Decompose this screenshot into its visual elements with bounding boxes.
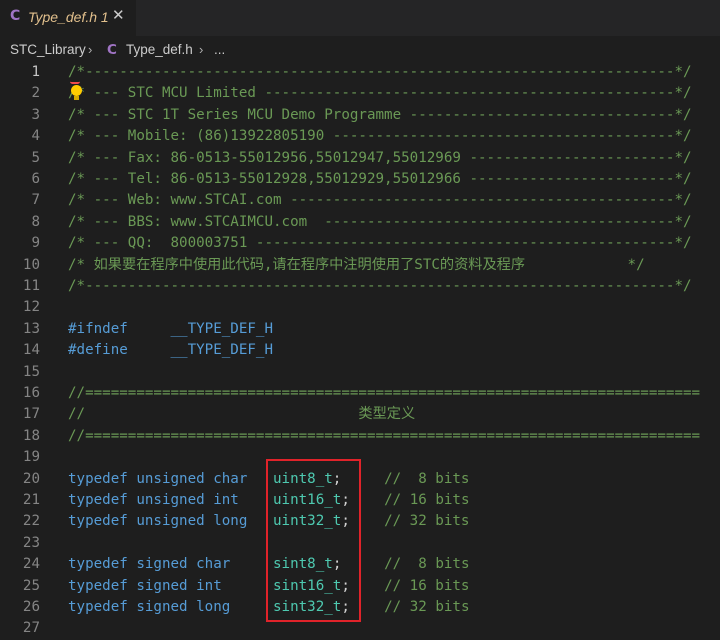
code-line: /*--------------------------------------… [68,276,692,297]
line-number: 11 [22,278,40,294]
tab-title: Type_def.h 1 [28,9,109,25]
breadcrumb: STC_Library › C Type_def.h › ... [0,38,720,62]
comment-text: /* --- Fax: 86-0513-55012956,55012947,55… [68,149,692,166]
line-number: 16 [22,385,40,401]
typedef-keywords: typedef signed char [68,556,231,573]
close-icon[interactable]: ✕ [112,6,125,24]
line-number: 18 [22,427,40,444]
line-number: 15 [22,363,40,380]
typedef-keywords: typedef unsigned int [68,492,239,508]
line-number: 3 [31,106,40,123]
code-line: /* --- Web: www.STCAI.com --------------… [68,190,692,211]
comment-text: /* --- STC 1T Series MCU Demo Programme … [68,106,692,123]
typedef-keywords: typedef signed int [68,577,222,594]
lightbulb-icon[interactable] [70,84,84,102]
line-number: 10 [22,256,40,273]
breadcrumb-symbols[interactable]: ... [214,42,225,57]
macro-name: __TYPE_DEF_H [170,342,274,359]
line-number: 9 [31,235,40,252]
preprocessor-directive: #define [68,342,128,359]
line-number: 21 [22,492,40,508]
code-line: /* --- BBS: www.STCAIMCU.com -----------… [68,212,692,233]
comment-text: // 8 bits [384,556,470,573]
line-number: 22 [22,513,40,530]
code-line: /* --- Tel: 86-0513-55012928,55012929,55… [68,169,692,190]
comment-text: /* --- BBS: www.STCAIMCU.com -----------… [68,213,692,230]
chevron-right-icon: › [199,42,204,57]
typedef-keywords: typedef unsigned long [68,513,248,530]
code-line: /* --- QQ: 800003751 -------------------… [68,233,692,254]
comment-text: // 16 bits [384,492,470,508]
comment-text: /* --- Web: www.STCAI.com --------------… [68,192,692,209]
tab-bar: C Type_def.h 1 ✕ [0,0,720,36]
code-line: /* --- STC MCU Limited -----------------… [68,83,692,104]
line-number: 5 [31,149,40,166]
comment-text: /* --- Mobile: (86)13922805190 ---------… [68,128,692,145]
code-line: /* --- STC 1T Series MCU Demo Programme … [68,105,692,126]
comment-text: /*--------------------------------------… [68,64,692,80]
code-editor[interactable]: 1 2 3 4 5 6 7 8 9 10 11 12 13 14 15 16 17 18 19 20 21 22 23 24 2… [0,62,720,636]
line-number: 8 [31,213,40,230]
comment-text: // 32 bits [384,513,470,530]
c-file-icon: C [107,42,117,58]
line-number: 4 [31,128,40,145]
comment-text: // 8 bits [384,470,470,487]
breadcrumb-file[interactable]: Type_def.h [126,42,193,57]
line-number: 13 [22,320,40,337]
line-number: 25 [22,577,40,594]
line-number: 17 [22,406,40,423]
chevron-right-icon: › [88,42,93,57]
highlight-box [266,459,361,622]
line-number: 23 [22,534,40,551]
code-line: // 类型定义 [68,404,415,425]
line-number: 14 [22,342,40,359]
comment-text: // 类型定义 [68,406,416,423]
comment-text: /*--------------------------------------… [68,278,692,294]
typedef-keywords: typedef signed long [68,599,231,615]
code-line: //======================================… [68,383,700,404]
code-line: /*--------------------------------------… [68,62,692,83]
code-line: #ifndef __TYPE_DEF_H [68,319,273,340]
line-number: 1 [31,64,40,80]
line-number: 12 [22,299,40,316]
comment-text: //======================================… [68,427,701,444]
line-number: 7 [31,192,40,209]
c-file-icon: C [10,8,21,24]
line-number: 27 [22,620,40,637]
line-number: 6 [31,171,40,187]
comment-text: /* --- STC MCU Limited -----------------… [68,85,692,102]
comment-text: /* 如果要在程序中使用此代码,请在程序中注明使用了STC的资料及程序 */ [68,256,645,273]
line-number: 2 [31,85,40,102]
line-number: 19 [22,449,40,466]
comment-text: //======================================… [68,385,701,401]
code-line: //======================================… [68,426,700,447]
comment-text: /* --- Tel: 86-0513-55012928,55012929,55… [68,171,692,187]
comment-text: // 32 bits [384,599,470,615]
comment-text: /* --- QQ: 800003751 -------------------… [68,235,692,252]
preprocessor-directive: #ifndef [68,320,128,337]
line-number: 26 [22,599,40,615]
line-number: 20 [22,470,40,487]
code-line: /* --- Mobile: (86)13922805190 ---------… [68,126,692,147]
comment-text: // 16 bits [384,577,470,594]
typedef-keywords: typedef unsigned char [68,470,248,487]
breadcrumb-folder[interactable]: STC_Library [10,42,86,57]
code-line: #define __TYPE_DEF_H [68,340,273,361]
code-line: /* 如果要在程序中使用此代码,请在程序中注明使用了STC的资料及程序 */ [68,255,645,276]
code-line: /* --- Fax: 86-0513-55012956,55012947,55… [68,148,692,169]
tab-type-def-h[interactable]: C Type_def.h 1 ✕ [0,0,136,36]
macro-name: __TYPE_DEF_H [170,320,274,337]
line-number: 24 [22,556,40,573]
